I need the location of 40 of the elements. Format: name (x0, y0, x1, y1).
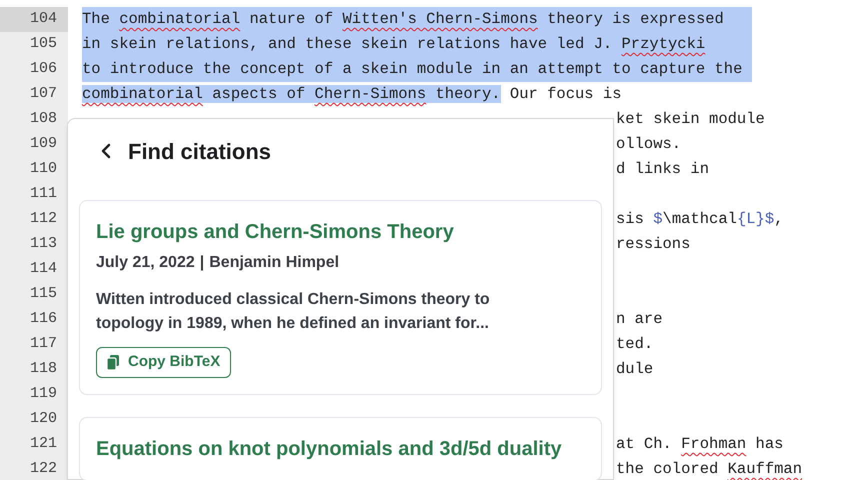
code-line: ted. (616, 334, 654, 355)
line-number: 113 (0, 232, 68, 257)
code-line: combinatorial aspects of Chern-Simons theory. Our focus is (82, 84, 622, 105)
code-line: d links in (616, 159, 710, 180)
line-number: 111 (0, 182, 68, 207)
code-line: the colored Kauffman (616, 459, 802, 480)
line-number: 108 (0, 107, 68, 132)
panel-title: Find citations (128, 138, 271, 166)
line-number: 117 (0, 332, 68, 357)
line-number: 106 (0, 57, 68, 82)
line-number: 109 (0, 132, 68, 157)
line-number: 120 (0, 407, 68, 432)
code-line: n are (616, 309, 663, 330)
citation-author: Benjamin Himpel (209, 253, 340, 273)
line-number: 115 (0, 282, 68, 307)
code-line: ollows. (616, 134, 682, 155)
line-number: 122 (0, 457, 68, 480)
line-number: 107 (0, 82, 68, 107)
copy-bibtex-button[interactable]: Copy BibTeX (96, 347, 232, 378)
back-chevron-icon[interactable] (101, 143, 111, 159)
code-line: at Ch. Frohman has (616, 434, 784, 455)
line-number: 104 (0, 7, 68, 32)
line-number: 114 (0, 257, 68, 282)
separator: | (200, 253, 204, 273)
copy-icon (107, 355, 119, 370)
line-number: 118 (0, 357, 68, 382)
code-line: ket skein module (616, 109, 765, 130)
line-number: 121 (0, 432, 68, 457)
code-line: ressions (616, 234, 690, 255)
line-number: 112 (0, 207, 68, 232)
citation-date: July 21, 2022 (96, 253, 195, 273)
citation-abstract: Witten introduced classical Chern-Simons theory to topology in 1989, when he defined an invariant for... (96, 290, 491, 334)
citation-title[interactable]: Lie groups and Chern-Simons Theory (96, 217, 585, 247)
citation-title[interactable]: Equations on knot polynomials and 3d/5d duality (96, 434, 585, 464)
line-number: 105 (0, 32, 68, 57)
code-line: sis $\mathcal{L}$, (616, 209, 784, 230)
line-number: 116 (0, 307, 68, 332)
code-line: dule (616, 359, 654, 380)
line-number: 110 (0, 157, 68, 182)
line-number: 119 (0, 382, 68, 407)
